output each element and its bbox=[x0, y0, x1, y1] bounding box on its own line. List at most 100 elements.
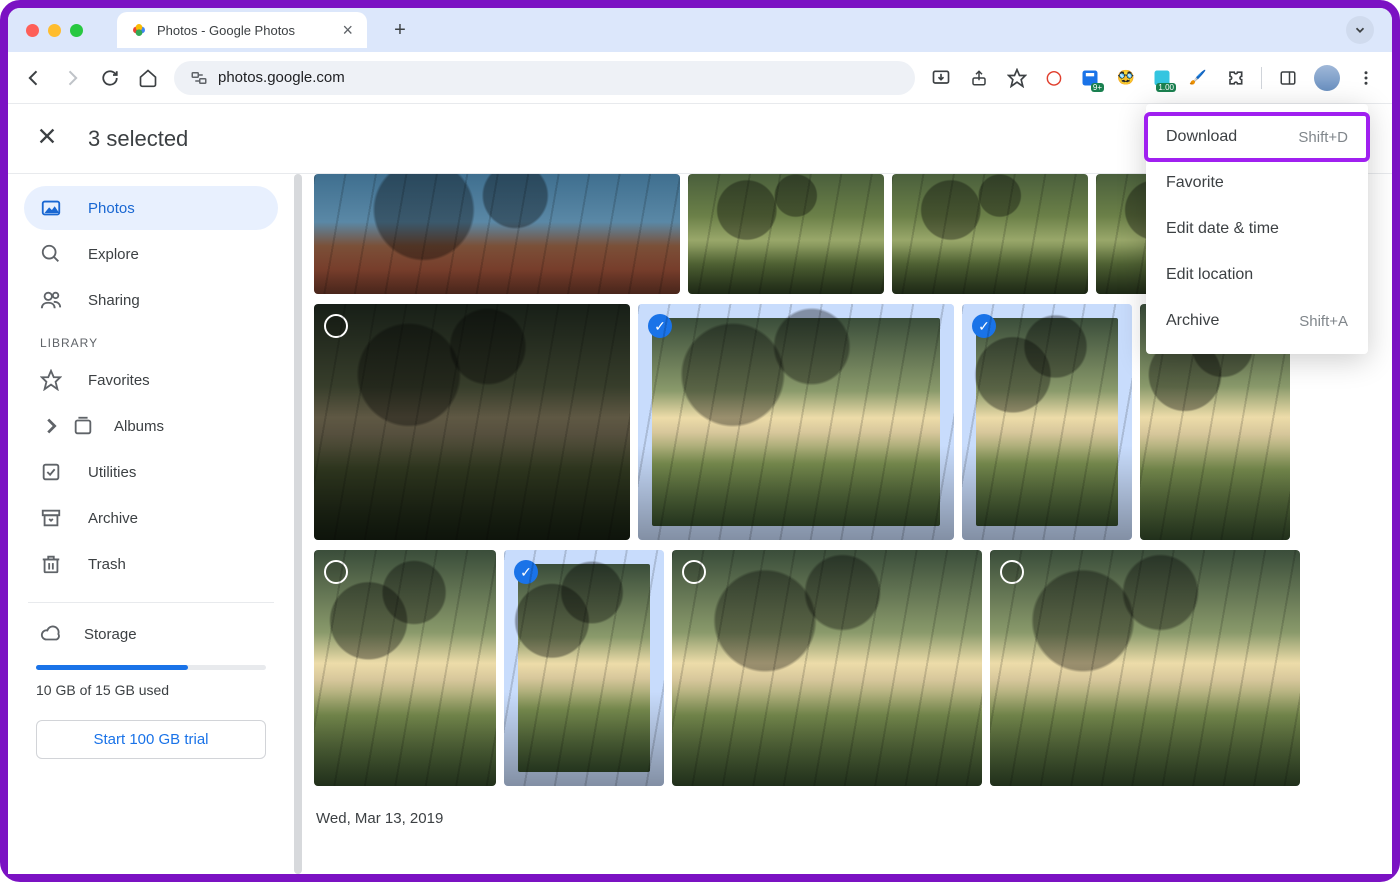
sidebar-item-label: Photos bbox=[88, 200, 135, 217]
context-menu: Download Shift+D Favorite Edit date & ti… bbox=[1146, 104, 1368, 354]
close-window-icon[interactable] bbox=[26, 24, 39, 37]
site-info-icon[interactable] bbox=[190, 69, 208, 87]
toolbar-divider bbox=[1261, 67, 1262, 89]
reload-button[interactable] bbox=[98, 66, 122, 90]
sidebar-item-utilities[interactable]: Utilities bbox=[24, 450, 278, 494]
storage-meter bbox=[36, 665, 266, 670]
star-icon bbox=[40, 369, 62, 391]
back-button[interactable] bbox=[22, 66, 46, 90]
photo-thumbnail[interactable] bbox=[314, 304, 630, 540]
photo-thumbnail-selected[interactable]: ✓ bbox=[638, 304, 954, 540]
browser-tab[interactable]: Photos - Google Photos × bbox=[117, 12, 367, 48]
sidebar-item-albums[interactable]: Albums bbox=[24, 404, 278, 448]
album-icon bbox=[72, 415, 94, 437]
new-tab-button[interactable]: + bbox=[385, 15, 415, 45]
profile-avatar[interactable] bbox=[1314, 65, 1340, 91]
select-toggle[interactable]: ✓ bbox=[514, 560, 538, 584]
selection-count: 3 selected bbox=[88, 126, 188, 152]
chrome-menu-icon[interactable] bbox=[1354, 66, 1378, 90]
date-header: Wed, Mar 13, 2019 bbox=[314, 796, 1384, 837]
toolbar: photos.google.com ◯ 9+ 🥸 1.00 🖌️ bbox=[8, 52, 1392, 104]
select-toggle[interactable] bbox=[324, 314, 348, 338]
menu-item-label: Favorite bbox=[1166, 174, 1224, 192]
sidebar-item-label: Sharing bbox=[88, 292, 140, 309]
menu-item-download[interactable]: Download Shift+D bbox=[1146, 114, 1368, 160]
menu-item-edit-location[interactable]: Edit location bbox=[1146, 252, 1368, 298]
sidebar-item-label: Albums bbox=[114, 418, 164, 435]
sidebar-divider bbox=[28, 602, 274, 603]
extension-adblock-icon[interactable]: ◯ bbox=[1043, 67, 1065, 89]
deselect-button[interactable] bbox=[36, 123, 58, 154]
home-button[interactable] bbox=[136, 66, 160, 90]
menu-item-label: Edit location bbox=[1166, 266, 1253, 284]
tab-title: Photos - Google Photos bbox=[157, 23, 332, 38]
extension-brush-icon[interactable]: 🖌️ bbox=[1187, 67, 1209, 89]
photo-thumbnail[interactable] bbox=[314, 550, 496, 786]
maximize-window-icon[interactable] bbox=[70, 24, 83, 37]
sidebar-item-trash[interactable]: Trash bbox=[24, 542, 278, 586]
sidebar-item-label: Archive bbox=[88, 510, 138, 527]
tab-search-button[interactable] bbox=[1346, 16, 1374, 44]
sidebar-item-label: Utilities bbox=[88, 464, 136, 481]
photo-thumbnail-selected[interactable]: ✓ bbox=[962, 304, 1132, 540]
photo-thumbnail[interactable] bbox=[892, 174, 1088, 294]
share-icon[interactable] bbox=[967, 66, 991, 90]
extensions-puzzle-icon[interactable] bbox=[1223, 66, 1247, 90]
photo-thumbnail-selected[interactable]: ✓ bbox=[504, 550, 664, 786]
trash-icon bbox=[40, 553, 62, 575]
start-trial-button[interactable]: Start 100 GB trial bbox=[36, 720, 266, 759]
chevron-right-icon bbox=[40, 415, 62, 437]
select-toggle[interactable] bbox=[1000, 560, 1024, 584]
sidebar: Photos Explore Sharing LIBRARY Favorites… bbox=[8, 174, 294, 874]
sidebar-item-label: Explore bbox=[88, 246, 139, 263]
minimize-window-icon[interactable] bbox=[48, 24, 61, 37]
tab-strip: Photos - Google Photos × + bbox=[8, 8, 1392, 52]
sidebar-item-photos[interactable]: Photos bbox=[24, 186, 278, 230]
tab-close-icon[interactable]: × bbox=[342, 20, 353, 41]
sidebar-item-label: Trash bbox=[88, 556, 126, 573]
sidebar-section-library: LIBRARY bbox=[24, 324, 278, 356]
side-panel-icon[interactable] bbox=[1276, 66, 1300, 90]
menu-item-label: Download bbox=[1166, 128, 1237, 146]
photo-thumbnail[interactable] bbox=[990, 550, 1300, 786]
photo-thumbnail[interactable] bbox=[672, 550, 982, 786]
sidebar-item-sharing[interactable]: Sharing bbox=[24, 278, 278, 322]
extension-mask-icon[interactable]: 🥸 bbox=[1115, 67, 1137, 89]
bookmark-icon[interactable] bbox=[1005, 66, 1029, 90]
forward-button[interactable] bbox=[60, 66, 84, 90]
extension-row: ◯ 9+ 🥸 1.00 🖌️ bbox=[1043, 65, 1378, 91]
search-icon bbox=[40, 243, 62, 265]
sidebar-item-label: Favorites bbox=[88, 372, 150, 389]
sidebar-item-explore[interactable]: Explore bbox=[24, 232, 278, 276]
cloud-icon bbox=[40, 623, 62, 645]
address-bar[interactable]: photos.google.com bbox=[174, 61, 915, 95]
photo-thumbnail[interactable] bbox=[688, 174, 884, 294]
people-icon bbox=[40, 289, 62, 311]
storage-used-text: 10 GB of 15 GB used bbox=[24, 682, 278, 710]
select-toggle[interactable]: ✓ bbox=[972, 314, 996, 338]
sidebar-item-favorites[interactable]: Favorites bbox=[24, 358, 278, 402]
window-controls bbox=[26, 24, 83, 37]
select-toggle[interactable]: ✓ bbox=[648, 314, 672, 338]
menu-item-label: Archive bbox=[1166, 312, 1219, 330]
menu-item-edit-date[interactable]: Edit date & time bbox=[1146, 206, 1368, 252]
menu-item-label: Edit date & time bbox=[1166, 220, 1279, 238]
app-root: 3 selected Download Shift+D Favorite Edi… bbox=[8, 104, 1392, 874]
url-text: photos.google.com bbox=[218, 69, 345, 86]
install-app-icon[interactable] bbox=[929, 66, 953, 90]
extension-zoom-icon[interactable]: 1.00 bbox=[1151, 67, 1173, 89]
menu-item-favorite[interactable]: Favorite bbox=[1146, 160, 1368, 206]
photo-thumbnail[interactable] bbox=[314, 174, 680, 294]
storage-meter-fill bbox=[36, 665, 188, 670]
utilities-icon bbox=[40, 461, 62, 483]
menu-item-shortcut: Shift+A bbox=[1299, 313, 1348, 330]
google-photos-favicon-icon bbox=[131, 22, 147, 38]
sidebar-item-storage[interactable]: Storage bbox=[24, 619, 278, 649]
select-toggle[interactable] bbox=[682, 560, 706, 584]
extension-save-icon[interactable]: 9+ bbox=[1079, 67, 1101, 89]
sidebar-item-archive[interactable]: Archive bbox=[24, 496, 278, 540]
photos-icon bbox=[40, 197, 62, 219]
menu-item-archive[interactable]: Archive Shift+A bbox=[1146, 298, 1368, 344]
select-toggle[interactable] bbox=[324, 560, 348, 584]
archive-icon bbox=[40, 507, 62, 529]
